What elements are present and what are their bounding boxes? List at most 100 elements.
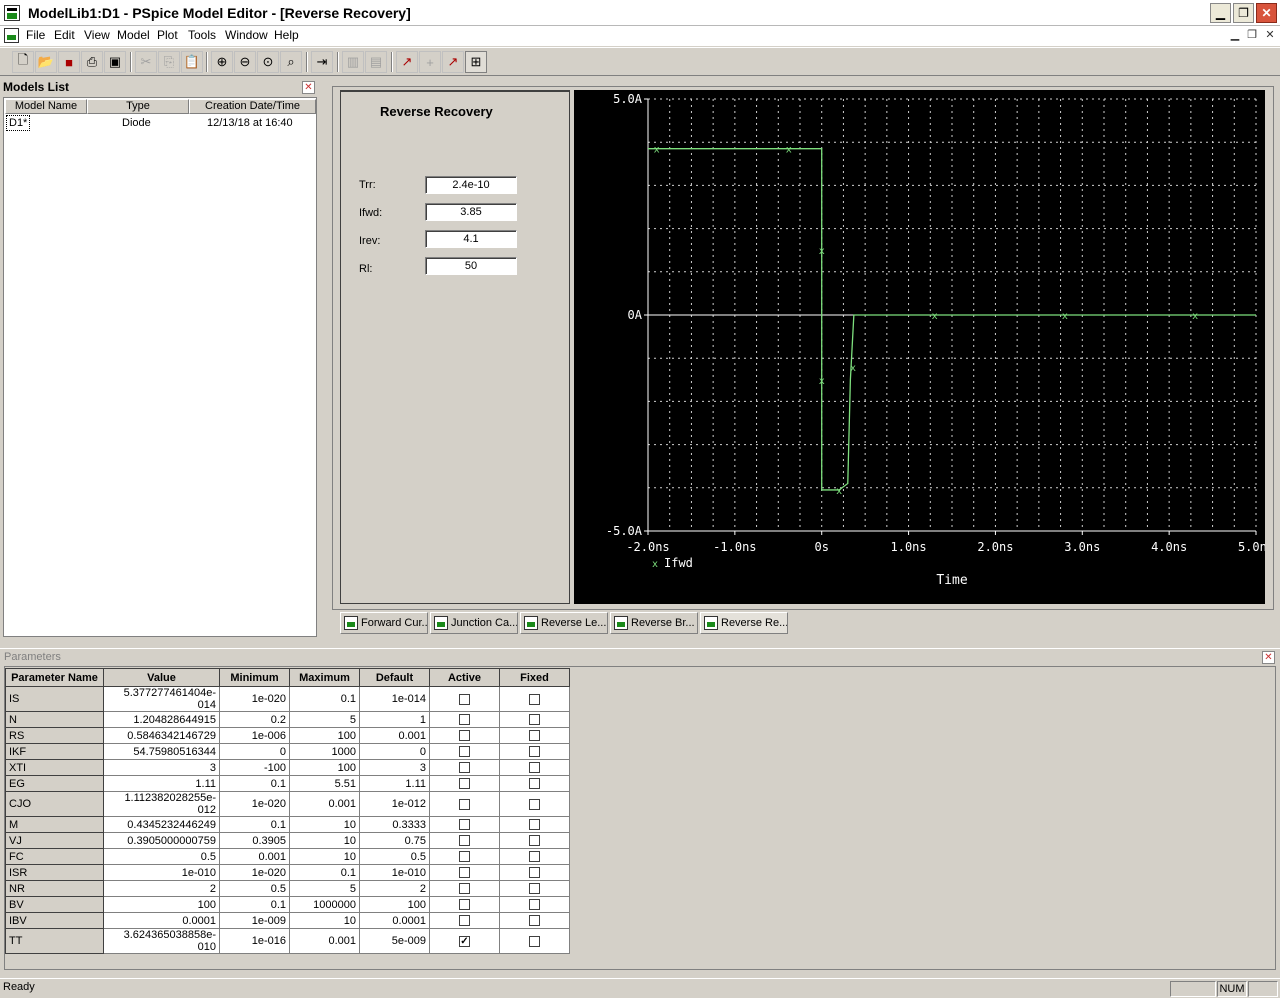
column-header-default[interactable]: Default [359,668,430,687]
parameter-active-cell[interactable] [429,816,500,833]
active-checkbox[interactable] [459,915,470,927]
parameter-maximum-cell[interactable]: 10 [289,848,360,865]
fixed-checkbox[interactable] [529,935,540,947]
parameter-maximum-cell[interactable]: 0.001 [289,791,360,817]
parameter-default-cell[interactable]: 1e-010 [359,864,430,881]
fixed-checkbox[interactable] [529,819,540,831]
parameter-fixed-cell[interactable] [499,686,570,712]
menu-view[interactable]: View [82,28,112,42]
parameter-name-cell[interactable]: IKF [5,743,104,760]
parameter-active-cell[interactable] [429,880,500,897]
parameter-default-cell[interactable]: 0.5 [359,848,430,865]
fixed-checkbox[interactable] [529,746,540,758]
parameter-maximum-cell[interactable]: 10 [289,816,360,833]
active-checkbox[interactable] [459,798,470,810]
column-header-creation-date[interactable]: Creation Date/Time [189,99,316,114]
fixed-checkbox[interactable] [529,714,540,726]
parameter-active-cell[interactable] [429,759,500,776]
cut-icon[interactable]: ✂ [135,51,157,73]
split-h-icon[interactable]: ▤ [365,51,387,73]
irev-input[interactable]: 4.1 [425,230,517,248]
parameter-value-cell[interactable]: 0.4345232446249 [103,816,220,833]
table-row[interactable]: BV 100 0.1 1000000 100 [5,896,570,913]
minimize-button[interactable]: ▁ [1210,3,1231,23]
parameter-minimum-cell[interactable]: 1e-016 [219,928,290,954]
table-row[interactable]: XTI 3 -100 100 3 [5,759,570,776]
fixed-checkbox[interactable] [529,730,540,742]
menu-window[interactable]: Window [223,28,270,42]
parameter-default-cell[interactable]: 0 [359,743,430,760]
active-checkbox[interactable] [459,746,470,758]
parameter-maximum-cell[interactable]: 5.51 [289,775,360,792]
tab-junction-capacitance[interactable]: Junction Ca... [430,612,518,634]
parameter-maximum-cell[interactable]: 5 [289,880,360,897]
tab-reverse-recovery[interactable]: Reverse Re... [700,612,788,634]
menu-help[interactable]: Help [272,28,301,42]
table-row[interactable]: IS 5.377277461404e-014 1e-020 0.1 1e-014 [5,686,570,712]
table-row[interactable]: FC 0.5 0.001 10 0.5 [5,848,570,865]
menu-file[interactable]: File [24,28,47,42]
parameter-minimum-cell[interactable]: 0.2 [219,711,290,728]
parameter-maximum-cell[interactable]: 0.001 [289,928,360,954]
tab-reverse-breakdown[interactable]: Reverse Br... [610,612,698,634]
parameter-fixed-cell[interactable] [499,912,570,929]
save-icon[interactable]: ■ [58,51,80,73]
parameter-value-cell[interactable]: 5.377277461404e-014 [103,686,220,712]
parameter-name-cell[interactable]: IBV [5,912,104,929]
parameter-default-cell[interactable]: 2 [359,880,430,897]
active-checkbox[interactable] [459,762,470,774]
parameter-value-cell[interactable]: 0.5 [103,848,220,865]
fixed-checkbox[interactable] [529,915,540,927]
table-row[interactable]: IKF 54.75980516344 0 1000 0 [5,743,570,760]
parameter-maximum-cell[interactable]: 5 [289,711,360,728]
parameter-maximum-cell[interactable]: 1000 [289,743,360,760]
reverse-recovery-chart[interactable]: -2.0ns -1.0ns 0s 1.0ns 2.0ns 3.0ns 4.0ns 5.0ns 5… [574,90,1274,604]
parameter-name-cell[interactable]: IS [5,686,104,712]
parameter-active-cell[interactable] [429,896,500,913]
parameter-maximum-cell[interactable]: 100 [289,759,360,776]
parameter-value-cell[interactable]: 1.204828644915 [103,711,220,728]
table-row[interactable]: N 1.204828644915 0.2 5 1 [5,711,570,728]
table-row[interactable]: RS 0.5846342146729 1e-006 100 0.001 [5,727,570,744]
table-row[interactable]: M 0.4345232446249 0.1 10 0.3333 [5,816,570,833]
parameter-active-cell[interactable] [429,912,500,929]
parameter-minimum-cell[interactable]: -100 [219,759,290,776]
mark-icon[interactable]: ⇥ [311,51,333,73]
active-checkbox[interactable] [459,883,470,895]
parameter-value-cell[interactable]: 0.0001 [103,912,220,929]
parameter-minimum-cell[interactable]: 1e-020 [219,791,290,817]
table-row[interactable]: IBV 0.0001 1e-009 10 0.0001 [5,912,570,929]
parameter-default-cell[interactable]: 5e-009 [359,928,430,954]
parameter-maximum-cell[interactable]: 10 [289,832,360,849]
parameter-name-cell[interactable]: EG [5,775,104,792]
table-row[interactable]: VJ 0.3905000000759 0.3905 10 0.75 [5,832,570,849]
mdi-minimize-button[interactable]: ▁ [1228,29,1242,42]
zoom-area-icon[interactable]: ⊙ [257,51,279,73]
parameter-minimum-cell[interactable]: 0.1 [219,775,290,792]
column-header-maximum[interactable]: Maximum [289,668,360,687]
parameter-fixed-cell[interactable] [499,727,570,744]
parameter-fixed-cell[interactable] [499,928,570,954]
parameter-minimum-cell[interactable]: 0.001 [219,848,290,865]
split-v-icon[interactable]: ▥ [342,51,364,73]
parameter-value-cell[interactable]: 1.11 [103,775,220,792]
table-row[interactable]: EG 1.11 0.1 5.51 1.11 [5,775,570,792]
parameter-maximum-cell[interactable]: 10 [289,912,360,929]
table-row[interactable]: NR 2 0.5 5 2 [5,880,570,897]
column-header-value[interactable]: Value [103,668,220,687]
model-row-name[interactable]: D1* [5,115,31,131]
parameter-fixed-cell[interactable] [499,848,570,865]
table-row[interactable]: ISR 1e-010 1e-020 0.1 1e-010 [5,864,570,881]
parameter-active-cell[interactable] [429,791,500,817]
parameter-fixed-cell[interactable] [499,816,570,833]
mdi-close-button[interactable]: ✕ [1263,29,1277,42]
paste-icon[interactable]: 📋 [181,51,203,73]
models-list-close-icon[interactable]: ✕ [302,81,315,94]
parameter-active-cell[interactable] [429,848,500,865]
active-checkbox[interactable] [459,714,470,726]
mdi-restore-button[interactable]: ❐ [1245,29,1259,42]
parameter-value-cell[interactable]: 0.5846342146729 [103,727,220,744]
fixed-checkbox[interactable] [529,899,540,911]
rl-input[interactable]: 50 [425,257,517,275]
active-checkbox[interactable]: ✓ [459,935,470,947]
